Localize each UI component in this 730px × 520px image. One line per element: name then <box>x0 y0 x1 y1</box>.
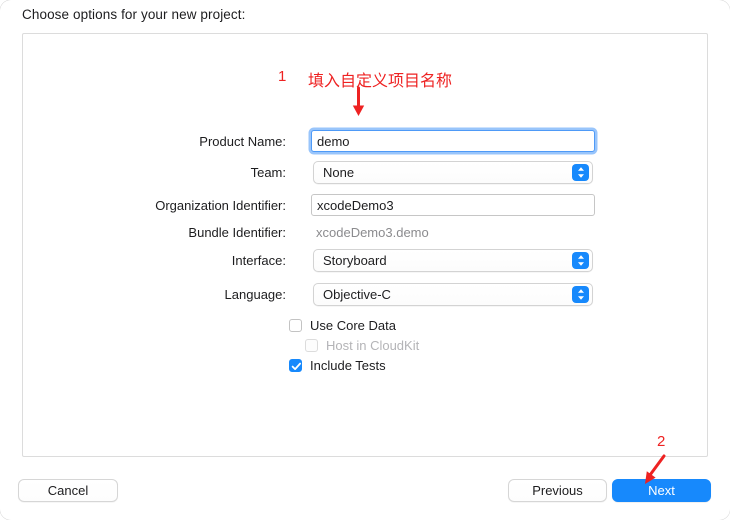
previous-button[interactable]: Previous <box>508 479 607 502</box>
cancel-button[interactable]: Cancel <box>18 479 118 502</box>
annotation-arrow-down-icon <box>352 86 365 116</box>
chevron-up-down-icon <box>572 164 589 181</box>
chevron-up-down-icon <box>572 252 589 269</box>
use-core-data-label: Use Core Data <box>310 317 396 333</box>
interface-popup-button[interactable]: Storyboard <box>313 249 593 272</box>
team-popup-value: None <box>323 165 355 180</box>
bundle-identifier-value: xcodeDemo3.demo <box>316 225 429 240</box>
host-in-cloudkit-checkbox <box>305 338 318 352</box>
language-popup-value: Objective-C <box>323 287 391 302</box>
checkbox-row-host-in-cloudkit: Host in CloudKit <box>305 336 419 354</box>
host-in-cloudkit-label: Host in CloudKit <box>326 337 420 353</box>
interface-popup-value: Storyboard <box>323 253 387 268</box>
form-row-team: Team: None <box>23 161 707 185</box>
page-title: Choose options for your new project: <box>22 7 246 22</box>
checkbox-row-use-core-data[interactable]: Use Core Data <box>289 316 396 334</box>
form-row-product-name: Product Name: <box>23 130 707 154</box>
annotation-step-2-number: 2 <box>657 433 666 450</box>
form-row-interface: Interface: Storyboard <box>23 249 707 273</box>
language-label: Language: <box>224 287 286 302</box>
annotation-step-1-number: 1 <box>278 68 287 85</box>
interface-label: Interface: <box>231 253 286 268</box>
organization-identifier-label: Organization Identifier: <box>155 198 286 213</box>
form-row-organization-identifier: Organization Identifier: <box>23 194 707 218</box>
include-tests-label: Include Tests <box>310 357 386 373</box>
checkbox-row-include-tests[interactable]: Include Tests <box>289 356 386 374</box>
include-tests-checkbox[interactable] <box>289 358 302 372</box>
form-row-bundle-identifier: Bundle Identifier: xcodeDemo3.demo <box>23 221 707 245</box>
product-name-input[interactable] <box>311 130 595 152</box>
annotation-step-1-text: 填入自定义项目名称 <box>308 71 453 90</box>
new-project-options-dialog: Choose options for your new project: Pro… <box>0 0 730 520</box>
use-core-data-checkbox[interactable] <box>289 318 302 332</box>
team-popup-button[interactable]: None <box>313 161 593 184</box>
form-row-language: Language: Objective-C <box>23 283 707 307</box>
chevron-up-down-icon <box>572 286 589 303</box>
checkmark-icon <box>291 362 301 370</box>
bundle-identifier-label: Bundle Identifier: <box>188 225 286 240</box>
annotation-arrow-diagonal-icon <box>645 454 666 484</box>
organization-identifier-input[interactable] <box>311 194 595 216</box>
team-label: Team: <box>250 165 286 180</box>
product-name-label: Product Name: <box>199 134 286 149</box>
language-popup-button[interactable]: Objective-C <box>313 283 593 306</box>
